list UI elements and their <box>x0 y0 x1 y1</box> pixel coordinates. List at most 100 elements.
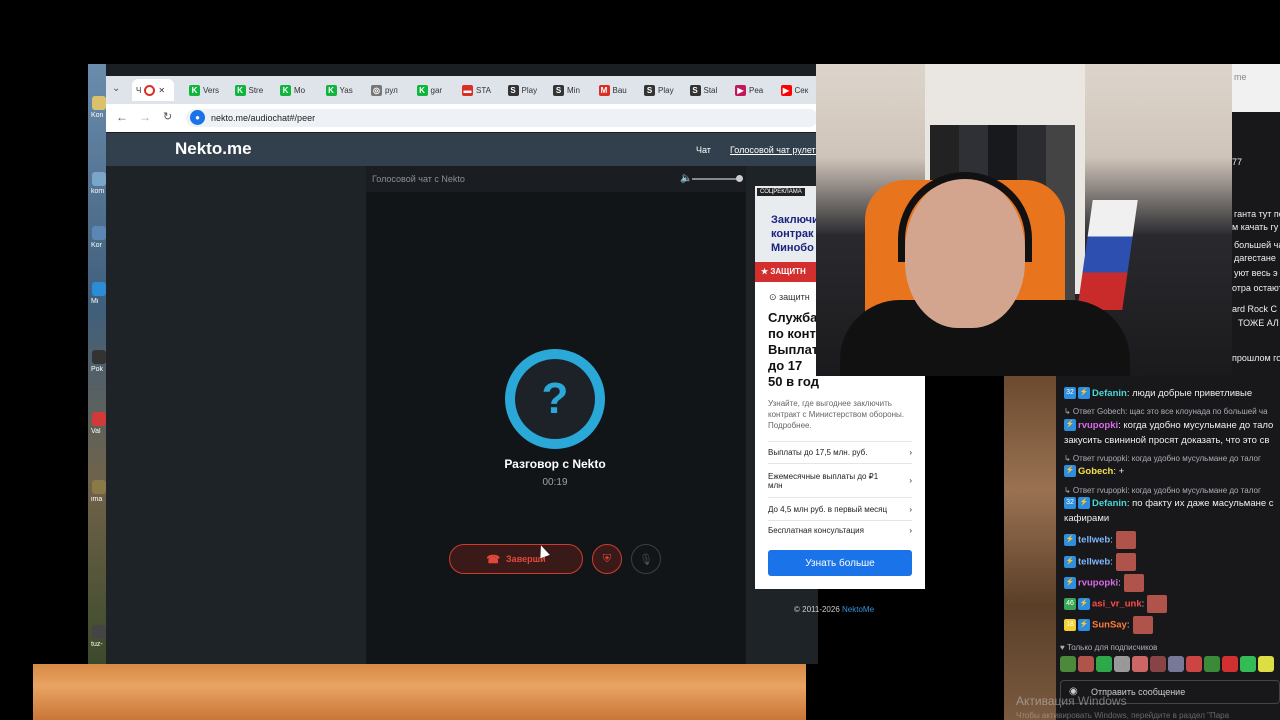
question-icon: ? <box>515 359 595 439</box>
emote-icon[interactable] <box>1096 656 1112 672</box>
chat-emote-icon <box>1115 553 1136 571</box>
mic-icon[interactable]: ● <box>190 110 205 125</box>
chat-username[interactable]: Defanin <box>1092 388 1127 399</box>
desktop-icon-label: Mi <box>91 298 99 305</box>
emote-icon[interactable] <box>1258 656 1274 672</box>
ad-source-label: защитн <box>779 292 810 302</box>
prime-badge-icon: ⚡ <box>1064 465 1076 478</box>
ad-link-label: Ежемесячные выплаты до ₽1 млн <box>768 471 879 490</box>
chat-message-fragment: ard Rock C <box>1232 304 1278 314</box>
chat-username[interactable]: rvupopki <box>1078 578 1118 589</box>
desktop-icon[interactable] <box>92 172 106 186</box>
chat-emote-icon <box>1132 616 1153 634</box>
chat-username[interactable]: Defanin <box>1092 498 1127 509</box>
url-field[interactable]: nekto.me/audiochat#/peer <box>186 109 818 127</box>
chat-side-image <box>1004 376 1056 720</box>
browser-tab[interactable]: M Bau <box>595 79 637 101</box>
chat-username[interactable]: SunSay <box>1092 620 1127 631</box>
desktop-icon[interactable] <box>92 350 106 364</box>
prime-badge-icon: ⚡ <box>1078 497 1090 510</box>
desktop-icon[interactable] <box>92 625 106 639</box>
browser-tab[interactable]: ▶ Сек <box>777 79 819 101</box>
report-button[interactable]: ⛨ <box>592 544 622 574</box>
emote-icon[interactable] <box>1132 656 1148 672</box>
reload-icon[interactable]: ↻ <box>163 110 172 123</box>
desktop-icon[interactable] <box>92 226 106 240</box>
back-icon[interactable]: ← <box>116 110 128 124</box>
chat-message-fragment: ТОЖЕ АЛ <box>1238 318 1279 328</box>
nav-voice-link[interactable]: Голосовой чат рулетк <box>730 145 818 155</box>
forward-icon[interactable]: → <box>139 110 151 124</box>
chat-username[interactable]: tellweb <box>1078 557 1110 568</box>
browser-tab[interactable]: S Stal <box>686 79 728 101</box>
call-timer: 00:19 <box>542 477 568 488</box>
emote-icon[interactable] <box>1150 656 1166 672</box>
ad-link-row[interactable]: До 4,5 млн руб. в первый месяц › <box>768 497 912 520</box>
emote-icon[interactable] <box>1186 656 1202 672</box>
tab-favicon-icon: S <box>689 84 701 96</box>
volume-icon[interactable]: 🔈 <box>680 173 692 184</box>
chat-message: ⚡ tellweb: <box>1064 531 1280 549</box>
browser-tab[interactable]: K Stre <box>231 79 273 101</box>
copyright: © 2011-2026 NektoMe <box>794 605 874 614</box>
chat-message: 32 ⚡ Defanin: люди добрые приветливые <box>1064 386 1280 401</box>
tab-bar: ⌄ Ч ✕ K Vers K Stre K Mo K Yas ◎ рул Kgar ▬ STA S Play S M… <box>106 76 818 104</box>
browser-tab[interactable]: K Mo <box>276 79 318 101</box>
chat-reply-context: ↳ Ответ rvupopki: когда удобно мусульман… <box>1064 454 1261 463</box>
tab-favicon-icon: ▬ <box>462 84 473 96</box>
mute-button[interactable]: 🎙 <box>631 544 661 574</box>
tab-label: Mo <box>294 85 306 95</box>
emote-bar[interactable] <box>1060 656 1276 674</box>
emote-icon[interactable] <box>1168 656 1184 672</box>
browser-tab[interactable]: K Vers <box>185 79 227 101</box>
chat-username[interactable]: tellweb <box>1078 535 1110 546</box>
browser-tab[interactable]: Ч ✕ <box>132 79 174 101</box>
site-logo[interactable]: Nekto.me <box>175 139 252 159</box>
ad-link-row[interactable]: Ежемесячные выплаты до ₽1 млн › <box>768 463 912 497</box>
emote-icon[interactable] <box>1078 656 1094 672</box>
tab-search-icon[interactable]: ⌄ <box>112 83 120 94</box>
tab-label: рул <box>385 85 398 95</box>
desktop-icon[interactable] <box>92 282 106 296</box>
tab-favicon-icon: S <box>644 84 655 96</box>
browser-tab[interactable]: K Yas <box>322 79 364 101</box>
end-call-button[interactable]: ☎ Заверши <box>449 544 583 574</box>
copyright-link[interactable]: NektoMe <box>842 605 874 614</box>
nav-chat-link[interactable]: Чат <box>696 145 711 155</box>
browser-tab[interactable]: ◎ рул <box>367 79 409 101</box>
tab-favicon-icon: ◎ <box>371 84 382 96</box>
ad-description: Узнайте, где выгоднее заключить контракт… <box>768 399 904 430</box>
browser-tab[interactable]: S Play <box>504 79 546 101</box>
browser-tab[interactable]: ▶ Pea <box>731 79 773 101</box>
chat-message-text: кафирами <box>1064 513 1110 524</box>
close-tab-icon[interactable]: ✕ <box>158 86 165 95</box>
ad-link-row[interactable]: Выплаты до 17,5 млн. руб. › <box>768 441 912 463</box>
windows-activation-title: Активация Windows <box>1016 694 1127 708</box>
ad-link-row[interactable]: Бесплатная консультация › <box>768 520 912 540</box>
browser-tab[interactable]: S Play <box>640 79 682 101</box>
chat-message-text: закусить свининой просят доказать, что э… <box>1064 435 1270 446</box>
browser-tab[interactable]: ▬ STA <box>458 79 500 101</box>
phone-hangup-icon: ☎ <box>486 553 501 566</box>
chat-username[interactable]: Gobech <box>1078 466 1113 477</box>
volume-slider-knob[interactable] <box>736 175 743 182</box>
chat-username[interactable]: asi_vr_unk <box>1092 599 1142 610</box>
browser-tab[interactable]: Kgar <box>413 79 455 101</box>
windows-activation-text: Чтобы активировать Windows, перейдите в … <box>1016 711 1230 720</box>
volume-slider[interactable] <box>692 178 740 180</box>
emote-icon[interactable] <box>1240 656 1256 672</box>
chat-message: ⚡ rvupopki: когда удобно мусульмане до та… <box>1064 418 1280 433</box>
desktop-icon[interactable] <box>92 412 106 426</box>
chat-username[interactable]: rvupopki <box>1078 420 1118 431</box>
emote-icon[interactable] <box>1222 656 1238 672</box>
emote-icon[interactable] <box>1060 656 1076 672</box>
chat-message-text: : люди добрые приветливые <box>1126 388 1253 399</box>
browser-tab[interactable]: S Min <box>549 79 591 101</box>
desktop-icon[interactable] <box>92 96 106 110</box>
desktop-icon[interactable] <box>92 480 106 494</box>
chat-message-text: : <box>1110 534 1113 546</box>
ad-learn-more-button[interactable]: Узнать больше <box>768 550 912 576</box>
emote-icon[interactable] <box>1204 656 1220 672</box>
tab-label: Stre <box>248 85 264 95</box>
emote-icon[interactable] <box>1114 656 1130 672</box>
